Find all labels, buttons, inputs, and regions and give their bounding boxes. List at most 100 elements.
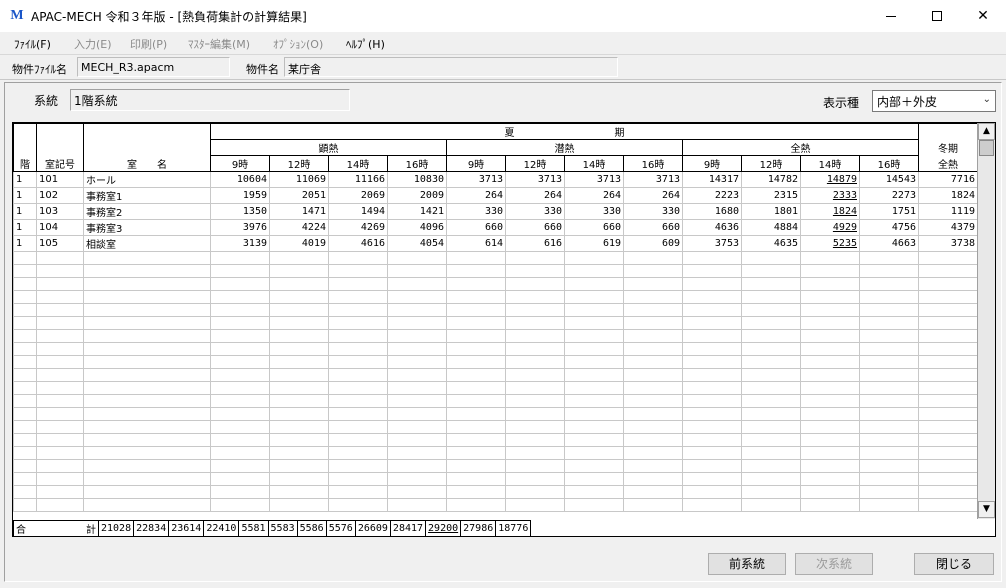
empty-row[interactable] <box>13 381 978 395</box>
floor-cell: 1 <box>13 235 37 252</box>
value-cell <box>564 329 624 343</box>
value-cell: 3976 <box>210 219 270 236</box>
sensible-header: 顕熱 <box>210 139 447 156</box>
menu-options[interactable]: ｵﾌﾟｼｮﾝ(O) <box>273 36 323 52</box>
empty-row[interactable] <box>13 342 978 356</box>
value-cell <box>446 472 506 486</box>
maximize-button[interactable] <box>914 0 960 32</box>
winter-header: 冬期 <box>918 139 978 156</box>
close-button[interactable]: 閉じる <box>914 553 994 575</box>
room-name-cell: 相談室 <box>83 235 211 252</box>
value-cell <box>682 264 742 278</box>
floor-cell: 1 <box>13 187 37 204</box>
value-cell <box>564 394 624 408</box>
value-cell <box>328 303 388 317</box>
floor-cell <box>13 316 37 330</box>
menu-help[interactable]: ﾍﾙﾌﾟ(H) <box>346 36 385 52</box>
value-cell <box>210 264 270 278</box>
empty-row[interactable] <box>13 459 978 473</box>
room-no-cell <box>36 498 84 512</box>
value-cell <box>859 446 919 460</box>
empty-row[interactable] <box>13 472 978 486</box>
empty-row[interactable] <box>13 303 978 317</box>
value-cell <box>387 329 447 343</box>
value-cell <box>918 329 978 343</box>
total-value-cell: 29200 <box>425 520 462 536</box>
value-cell <box>741 446 801 460</box>
value-cell <box>564 420 624 434</box>
menu-input[interactable]: 入力(E) <box>74 36 112 52</box>
results-grid[interactable]: 階室記号室 名夏 期顕熱 潜熱 全熱 冬期 9時 12時 14時 16時 9時 12時 14時 16時… <box>12 122 996 537</box>
empty-row[interactable] <box>13 264 978 278</box>
empty-row[interactable] <box>13 251 978 265</box>
empty-row[interactable] <box>13 316 978 330</box>
menu-print[interactable]: 印刷(P) <box>130 36 167 52</box>
value-cell <box>682 316 742 330</box>
total-value-cell: 21028 <box>97 520 135 536</box>
empty-row[interactable] <box>13 446 978 460</box>
empty-row[interactable] <box>13 290 978 304</box>
value-cell <box>800 459 860 473</box>
menu-master-edit[interactable]: ﾏｽﾀｰ編集(M) <box>188 36 250 52</box>
value-cell <box>446 498 506 512</box>
hour-header: 9時 <box>446 155 506 172</box>
room-no-cell <box>36 329 84 343</box>
table-row[interactable]: 1 104 事務室3 3976 4224 4269 4096 660 660 660 660 4636… <box>13 219 978 236</box>
chevron-down-icon: ⌄ <box>982 94 991 105</box>
empty-row[interactable] <box>13 394 978 408</box>
value-cell <box>859 316 919 330</box>
empty-row[interactable] <box>13 420 978 434</box>
room-name-cell <box>83 498 211 512</box>
value-cell <box>210 316 270 330</box>
vertical-scrollbar[interactable]: ▲ ▼ <box>977 123 995 519</box>
minimize-button[interactable] <box>868 0 914 32</box>
empty-row[interactable] <box>13 329 978 343</box>
empty-row[interactable] <box>13 368 978 382</box>
value-cell <box>269 433 329 447</box>
value-cell <box>387 368 447 382</box>
scroll-up-icon[interactable]: ▲ <box>978 123 995 140</box>
empty-row[interactable] <box>13 433 978 447</box>
value-cell <box>682 433 742 447</box>
system-label: 系統 <box>34 94 59 108</box>
total-value-cell: 22834 <box>133 520 170 536</box>
value-cell <box>269 459 329 473</box>
table-row[interactable]: 1 103 事務室2 1350 1471 1494 1421 330 330 330 330 1680… <box>13 203 978 220</box>
value-cell <box>564 433 624 447</box>
value-cell <box>682 290 742 304</box>
room-no-cell <box>36 290 84 304</box>
next-system-button[interactable]: 次系統 <box>795 553 873 575</box>
menu-file[interactable]: ﾌｧｲﾙ(F) <box>14 36 51 52</box>
value-cell: 330 <box>564 203 624 220</box>
scroll-thumb[interactable] <box>979 140 994 156</box>
display-type-select[interactable]: 内部＋外皮 ⌄ <box>872 90 996 112</box>
empty-row[interactable] <box>13 407 978 421</box>
table-row[interactable]: 1 105 相談室 3139 4019 4616 4054 614 616 619 609 3753 4… <box>13 235 978 252</box>
value-cell: 14543 <box>859 171 919 188</box>
value-cell <box>741 420 801 434</box>
scroll-down-icon[interactable]: ▼ <box>978 501 995 518</box>
value-cell: 4096 <box>387 219 447 236</box>
value-cell <box>210 355 270 369</box>
value-cell: 1959 <box>210 187 270 204</box>
empty-row[interactable] <box>13 485 978 499</box>
value-cell <box>859 407 919 421</box>
value-cell <box>623 368 683 382</box>
value-cell: 1119 <box>918 203 978 220</box>
room-name-cell <box>83 394 211 408</box>
table-row[interactable]: 1 102 事務室1 1959 2051 2069 2009 264 264 264 264 2223… <box>13 187 978 204</box>
value-cell: 4635 <box>741 235 801 252</box>
empty-row[interactable] <box>13 498 978 512</box>
results-table: 階室記号室 名夏 期顕熱 潜熱 全熱 冬期 9時 12時 14時 16時 9時 12時 14時 16時… <box>13 123 978 512</box>
winter-header-top <box>918 123 978 140</box>
value-cell <box>800 381 860 395</box>
value-cell <box>564 485 624 499</box>
prev-system-button[interactable]: 前系統 <box>708 553 786 575</box>
value-cell <box>210 329 270 343</box>
empty-row[interactable] <box>13 277 978 291</box>
table-row[interactable]: 1 101 ホール 10604 11069 11166 10830 3713 3713 3713 3… <box>13 171 978 188</box>
empty-row[interactable] <box>13 355 978 369</box>
value-cell <box>859 381 919 395</box>
close-window-button[interactable]: ✕ <box>960 0 1006 32</box>
value-cell <box>918 407 978 421</box>
